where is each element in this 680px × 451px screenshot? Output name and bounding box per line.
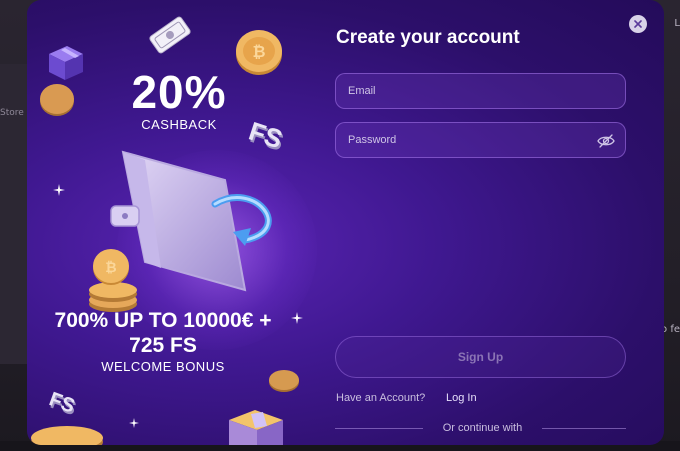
- close-button[interactable]: [629, 15, 647, 33]
- page-title: Create your account: [336, 27, 520, 48]
- have-account-text: Have an Account?: [336, 392, 426, 404]
- welcome-bonus-amount: 700% UP TO 10000€ +: [54, 309, 272, 332]
- welcome-bonus-free-spins: 725 FS: [129, 334, 197, 357]
- coin-stack-icon: [31, 426, 103, 445]
- signup-form: Create your account Sign Up Have an Acco…: [327, 0, 664, 445]
- divider-right: [542, 428, 626, 429]
- background-top-label: L: [674, 18, 680, 29]
- sign-up-button[interactable]: Sign Up: [335, 336, 626, 378]
- gift-box-icon: [49, 46, 83, 80]
- eye-off-icon[interactable]: [597, 133, 615, 149]
- divider-left: [335, 428, 423, 429]
- svg-text:₿: ₿: [105, 259, 116, 275]
- email-field-wrapper: [335, 73, 626, 109]
- sparkle-icon: [53, 184, 65, 196]
- banknote-icon: [149, 16, 191, 54]
- sparkle-icon: [129, 418, 139, 428]
- coin-stack-icon: ₿: [89, 249, 137, 312]
- email-field[interactable]: [336, 74, 625, 108]
- close-icon: [634, 20, 642, 28]
- free-spins-badge: FS: [46, 388, 78, 418]
- gift-box-icon: [229, 410, 283, 445]
- welcome-bonus-label: WELCOME BONUS: [101, 359, 225, 374]
- coin-icon: [40, 84, 74, 116]
- svg-text:₿: ₿: [252, 43, 265, 61]
- cashback-percentage: 20%: [131, 66, 227, 118]
- password-field-wrapper: [335, 122, 626, 158]
- promo-panel: ₿ FS ₿ FS 20% CASHBACK 700% UP TO 10000€…: [27, 0, 327, 445]
- password-field[interactable]: [336, 123, 625, 157]
- continue-with-label: Or continue with: [442, 422, 523, 434]
- log-in-link[interactable]: Log In: [446, 392, 477, 404]
- signup-modal: ₿ FS ₿ FS 20% CASHBACK 700% UP TO 10000€…: [27, 0, 664, 445]
- background-store-label: Store: [0, 108, 24, 118]
- cashback-label: CASHBACK: [141, 117, 217, 132]
